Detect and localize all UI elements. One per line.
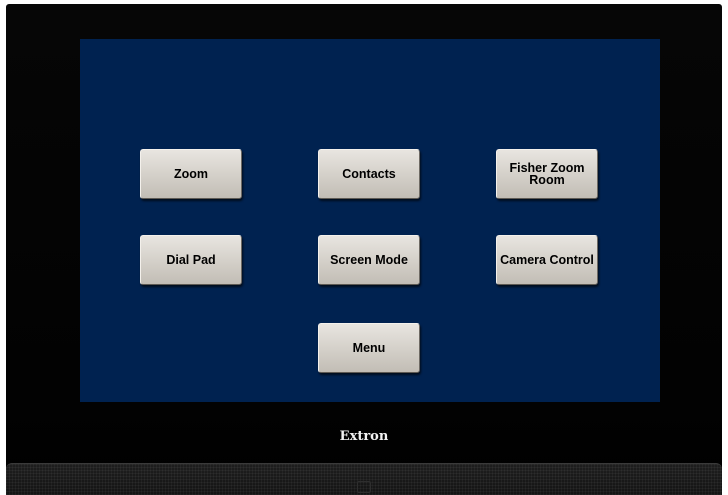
brand-logo: Extron xyxy=(339,429,389,444)
screen-mode-button[interactable]: Screen Mode xyxy=(318,235,420,285)
zoom-button[interactable]: Zoom xyxy=(140,149,242,199)
menu-button[interactable]: Menu xyxy=(318,323,420,373)
fisher-zoom-room-button[interactable]: Fisher Zoom Room xyxy=(496,149,598,199)
base-sensor xyxy=(357,481,371,493)
dial-pad-button[interactable]: Dial Pad xyxy=(140,235,242,285)
touch-screen: Zoom Contacts Fisher Zoom Room Dial Pad … xyxy=(80,39,660,402)
camera-control-button[interactable]: Camera Control xyxy=(496,235,598,285)
contacts-button[interactable]: Contacts xyxy=(318,149,420,199)
device-base xyxy=(6,463,722,495)
touch-panel-device: Zoom Contacts Fisher Zoom Room Dial Pad … xyxy=(6,4,722,495)
